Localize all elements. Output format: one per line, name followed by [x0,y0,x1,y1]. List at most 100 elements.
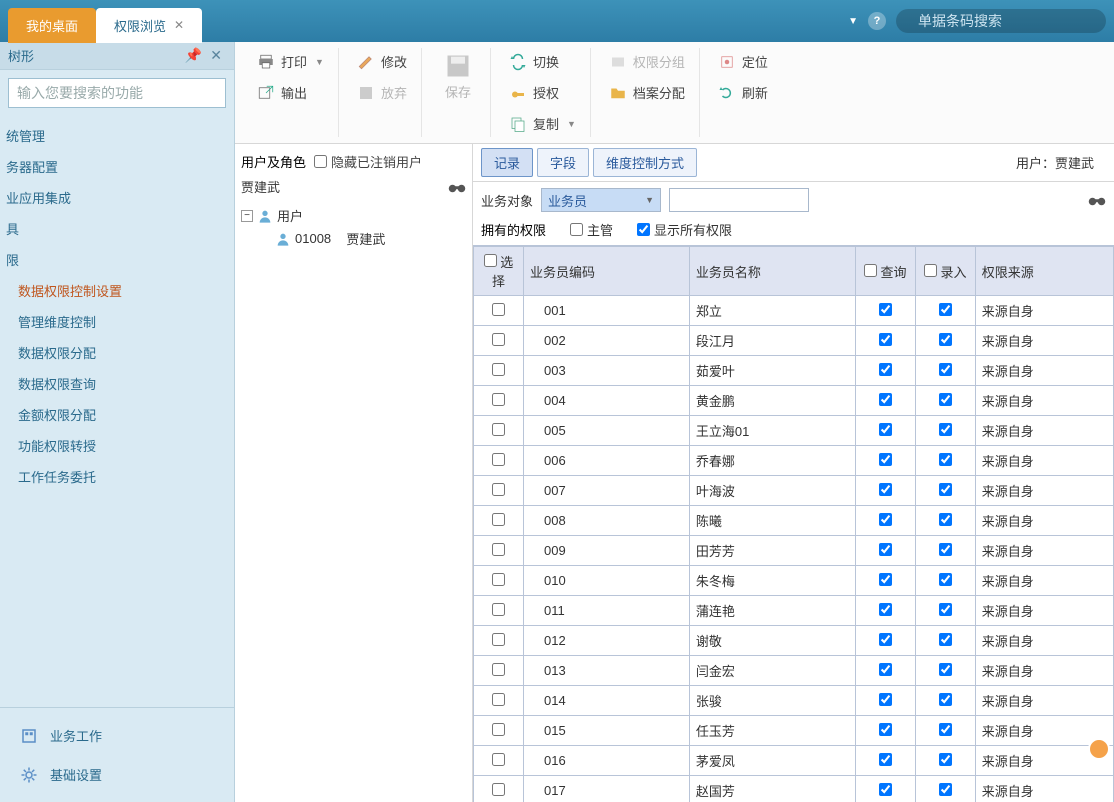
function-search-input[interactable] [8,78,226,108]
row-select[interactable] [492,693,505,706]
row-select[interactable] [492,303,505,316]
row-select[interactable] [492,453,505,466]
row-query[interactable] [879,393,892,406]
row-entry[interactable] [939,333,952,346]
table-row[interactable]: 013闫金宏来源自身 [474,656,1114,686]
row-query[interactable] [879,693,892,706]
nav-subitem[interactable]: 功能权限转授 [0,430,234,461]
pin-icon[interactable]: 📌 [181,47,206,64]
col-select[interactable]: 选择 [474,247,524,296]
output-button[interactable]: 输出 [251,79,330,106]
tab-权限浏览[interactable]: 权限浏览✕ [96,8,202,43]
hide-cancelled-checkbox[interactable]: 隐藏已注销用户 [314,152,422,171]
table-row[interactable]: 012谢敬来源自身 [474,626,1114,656]
supervisor-checkbox[interactable]: 主管 [570,220,613,239]
nav-subitem[interactable]: 数据权限查询 [0,368,234,399]
row-query[interactable] [879,633,892,646]
help-icon[interactable]: ? [868,12,886,30]
permission-grid[interactable]: 选择 业务员编码 业务员名称 查询 录入 权限来源 001郑立来源自身002段江… [473,245,1114,802]
row-select[interactable] [492,603,505,616]
collapse-icon[interactable]: − [241,210,253,222]
row-query[interactable] [879,333,892,346]
row-query[interactable] [879,303,892,316]
table-row[interactable]: 003茹爱叶来源自身 [474,356,1114,386]
col-code[interactable]: 业务员编码 [524,247,690,296]
row-query[interactable] [879,513,892,526]
row-query[interactable] [879,783,892,796]
row-select[interactable] [492,633,505,646]
row-entry[interactable] [939,393,952,406]
table-row[interactable]: 002段江月来源自身 [474,326,1114,356]
tab-我的桌面[interactable]: 我的桌面 [8,8,96,43]
row-select[interactable] [492,393,505,406]
binoculars-icon[interactable] [448,180,466,194]
table-row[interactable]: 011蒲连艳来源自身 [474,596,1114,626]
row-select[interactable] [492,723,505,736]
refresh-button[interactable]: 刷新 [712,79,774,106]
row-entry[interactable] [939,363,952,376]
table-row[interactable]: 016茅爱凤来源自身 [474,746,1114,776]
row-select[interactable] [492,363,505,376]
subtab[interactable]: 字段 [537,148,589,177]
row-query[interactable] [879,723,892,736]
row-entry[interactable] [939,723,952,736]
row-query[interactable] [879,453,892,466]
row-select[interactable] [492,753,505,766]
show-all-checkbox[interactable]: 显示所有权限 [637,220,732,239]
row-entry[interactable] [939,453,952,466]
row-select[interactable] [492,483,505,496]
nav-subitem[interactable]: 管理维度控制 [0,306,234,337]
file-assign-button[interactable]: 档案分配 [603,79,691,106]
table-row[interactable]: 005王立海01来源自身 [474,416,1114,446]
table-row[interactable]: 009田芳芳来源自身 [474,536,1114,566]
table-row[interactable]: 004黄金鹏来源自身 [474,386,1114,416]
row-select[interactable] [492,423,505,436]
col-query[interactable]: 查询 [855,247,915,296]
close-icon[interactable]: ✕ [174,18,184,32]
tree-root[interactable]: − 用户 [241,204,466,227]
row-query[interactable] [879,753,892,766]
row-entry[interactable] [939,783,952,796]
col-source[interactable]: 权限来源 [975,247,1113,296]
row-query[interactable] [879,603,892,616]
nav-item[interactable]: 务器配置 [0,151,234,182]
row-select[interactable] [492,663,505,676]
biz-object-select[interactable]: 业务员▼ [541,188,661,212]
sidebar-bottom-item[interactable]: 基础设置 [0,755,234,794]
dropdown-icon[interactable]: ▼ [848,16,858,27]
row-query[interactable] [879,573,892,586]
row-entry[interactable] [939,633,952,646]
table-row[interactable]: 014张骏来源自身 [474,686,1114,716]
nav-item[interactable]: 业应用集成 [0,182,234,213]
nav-subitem[interactable]: 工作任务委托 [0,461,234,492]
row-query[interactable] [879,483,892,496]
copy-button[interactable]: 复制▼ [503,110,582,137]
binoculars-icon[interactable] [1088,193,1106,207]
row-entry[interactable] [939,423,952,436]
subtab[interactable]: 维度控制方式 [593,148,697,177]
row-query[interactable] [879,423,892,436]
switch-button[interactable]: 切换 [503,48,582,75]
table-row[interactable]: 010朱冬梅来源自身 [474,566,1114,596]
locate-button[interactable]: 定位 [712,48,774,75]
row-select[interactable] [492,333,505,346]
nav-subitem[interactable]: 数据权限分配 [0,337,234,368]
nav-item[interactable]: 统管理 [0,120,234,151]
table-row[interactable]: 001郑立来源自身 [474,296,1114,326]
nav-subitem[interactable]: 金额权限分配 [0,399,234,430]
row-entry[interactable] [939,513,952,526]
close-icon[interactable]: ✕ [206,47,226,64]
table-row[interactable]: 007叶海波来源自身 [474,476,1114,506]
float-action-button[interactable] [1088,738,1110,760]
barcode-search[interactable] [896,9,1106,33]
row-select[interactable] [492,543,505,556]
tree-child[interactable]: 01008 贾建武 [241,227,466,250]
sidebar-bottom-item[interactable]: 业务工作 [0,716,234,755]
row-entry[interactable] [939,543,952,556]
print-button[interactable]: 打印▼ [251,48,330,75]
nav-subitem[interactable]: 数据权限控制设置 [0,275,234,306]
subtab[interactable]: 记录 [481,148,533,177]
row-select[interactable] [492,573,505,586]
row-entry[interactable] [939,483,952,496]
filter-input[interactable] [669,188,809,212]
